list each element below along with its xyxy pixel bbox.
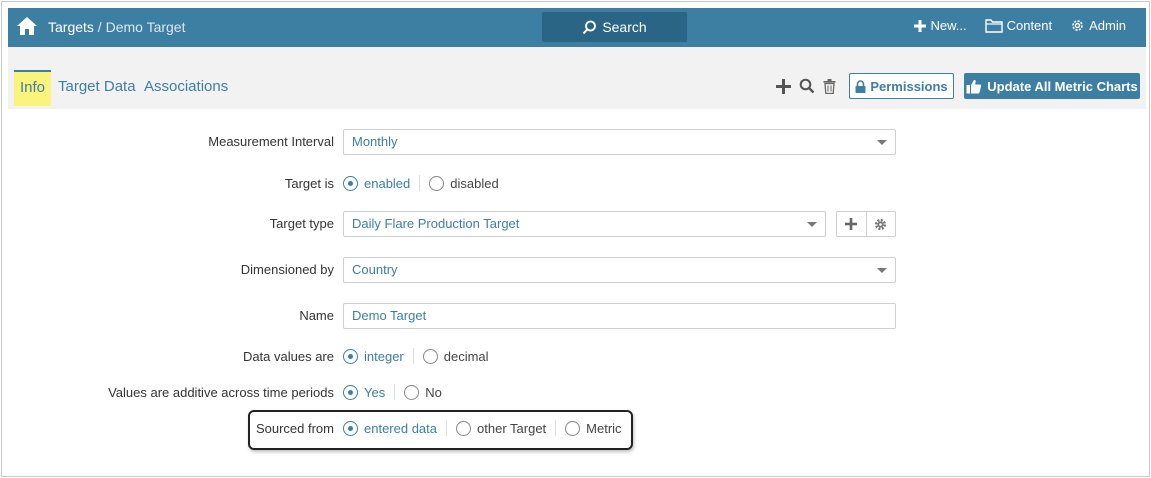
tab-target-data[interactable]: Target Data bbox=[58, 78, 136, 95]
lock-icon bbox=[855, 79, 866, 93]
additive-label: Values are additive across time periods bbox=[108, 385, 334, 400]
row-target-type: Target type Daily Flare Production Targe… bbox=[2, 211, 1149, 237]
name-label: Name bbox=[299, 308, 334, 323]
app-frame: Targets / Demo Target Search New... Cont… bbox=[1, 1, 1150, 477]
search-button[interactable]: Search bbox=[542, 12, 687, 42]
update-all-metric-charts-button[interactable]: Update All Metric Charts bbox=[964, 73, 1140, 99]
target-type-actions bbox=[836, 211, 896, 237]
target-is-label: Target is bbox=[284, 176, 334, 191]
target-type-value: Daily Flare Production Target bbox=[352, 216, 520, 231]
chevron-down-icon bbox=[877, 268, 887, 273]
radio-selected-icon bbox=[343, 175, 358, 191]
home-icon[interactable] bbox=[16, 16, 38, 36]
row-dimensioned-by: Dimensioned by Country bbox=[2, 257, 1149, 283]
dimensioned-by-value: Country bbox=[352, 262, 398, 277]
search-icon[interactable] bbox=[799, 78, 815, 94]
measurement-interval-label: Measurement Interval bbox=[208, 134, 334, 149]
trash-icon[interactable] bbox=[823, 78, 836, 94]
radio-no[interactable]: No bbox=[404, 384, 442, 400]
row-name: Name Demo Target bbox=[2, 303, 1149, 329]
data-values-label: Data values are bbox=[242, 349, 334, 364]
measurement-interval-select[interactable]: Monthly bbox=[343, 129, 896, 155]
new-label: New... bbox=[930, 18, 967, 33]
plus-icon bbox=[845, 218, 858, 230]
gear-icon bbox=[875, 218, 887, 230]
radio-separator bbox=[394, 384, 396, 400]
target-type-select[interactable]: Daily Flare Production Target bbox=[343, 211, 826, 237]
row-additive: Values are additive across time periods … bbox=[2, 380, 1149, 406]
additive-radio-group: Yes No bbox=[343, 384, 442, 400]
new-menu-button[interactable]: New... bbox=[914, 18, 967, 33]
permissions-button[interactable]: Permissions bbox=[849, 73, 954, 99]
tab-toolbar: Info Target Data Associations Permission… bbox=[8, 47, 1146, 109]
gear-icon bbox=[1072, 20, 1083, 31]
radio-no-label: No bbox=[425, 384, 442, 400]
chevron-down-icon bbox=[807, 222, 817, 227]
content-menu-button[interactable]: Content bbox=[984, 18, 1053, 33]
row-measurement-interval: Measurement Interval Monthly bbox=[2, 129, 1149, 155]
radio-selected-icon bbox=[343, 348, 358, 364]
row-target-is: Target is enabled disabled bbox=[2, 171, 1149, 197]
row-data-values: Data values are integer decimal bbox=[2, 344, 1149, 370]
radio-separator bbox=[419, 175, 421, 191]
breadcrumb-current: / Demo Target bbox=[93, 19, 186, 35]
radio-yes-label: Yes bbox=[364, 384, 386, 400]
add-icon[interactable] bbox=[776, 78, 791, 94]
name-value: Demo Target bbox=[352, 308, 427, 323]
measurement-interval-value: Monthly bbox=[352, 134, 398, 149]
radio-enabled-label: enabled bbox=[364, 175, 411, 191]
radio-integer[interactable]: integer bbox=[343, 348, 404, 364]
annotation-highlight-box bbox=[248, 410, 633, 450]
tab-associations[interactable]: Associations bbox=[144, 78, 228, 95]
plus-icon bbox=[914, 19, 927, 32]
admin-menu-button[interactable]: Admin bbox=[1070, 18, 1126, 33]
search-label: Search bbox=[602, 19, 647, 35]
data-values-radio-group: integer decimal bbox=[343, 348, 489, 364]
chevron-down-icon bbox=[877, 140, 887, 145]
name-input[interactable]: Demo Target bbox=[343, 303, 896, 329]
radio-unselected-icon bbox=[429, 175, 445, 191]
radio-decimal[interactable]: decimal bbox=[422, 348, 489, 364]
header-actions: New... Content Admin bbox=[914, 18, 1126, 33]
radio-disabled-label: disabled bbox=[450, 175, 499, 191]
radio-disabled[interactable]: disabled bbox=[429, 175, 499, 191]
record-tools bbox=[776, 78, 836, 94]
thumbs-up-icon bbox=[966, 79, 982, 93]
radio-unselected-icon bbox=[422, 348, 438, 364]
update-label: Update All Metric Charts bbox=[987, 78, 1138, 94]
target-type-label: Target type bbox=[269, 216, 334, 231]
top-navigation-bar: Targets / Demo Target Search New... Cont… bbox=[8, 8, 1146, 47]
radio-separator bbox=[412, 348, 414, 364]
breadcrumb-targets-link[interactable]: Targets bbox=[48, 19, 94, 35]
radio-enabled[interactable]: enabled bbox=[343, 175, 411, 191]
configure-target-type-button[interactable] bbox=[865, 212, 895, 236]
radio-decimal-label: decimal bbox=[443, 348, 489, 364]
folder-icon bbox=[984, 19, 1003, 33]
radio-yes[interactable]: Yes bbox=[343, 384, 386, 400]
admin-label: Admin bbox=[1089, 18, 1126, 33]
dimensioned-by-select[interactable]: Country bbox=[343, 257, 896, 283]
radio-integer-label: integer bbox=[364, 348, 404, 364]
tab-info[interactable]: Info bbox=[14, 70, 51, 106]
radio-unselected-icon bbox=[404, 384, 420, 400]
content-label: Content bbox=[1006, 18, 1053, 33]
permissions-label: Permissions bbox=[870, 78, 948, 94]
add-target-type-button[interactable] bbox=[837, 212, 866, 236]
target-is-radio-group: enabled disabled bbox=[343, 175, 499, 191]
breadcrumb: Targets / Demo Target bbox=[48, 19, 185, 35]
dimensioned-by-label: Dimensioned by bbox=[240, 262, 334, 277]
search-icon bbox=[583, 20, 597, 34]
radio-selected-icon bbox=[343, 384, 358, 400]
